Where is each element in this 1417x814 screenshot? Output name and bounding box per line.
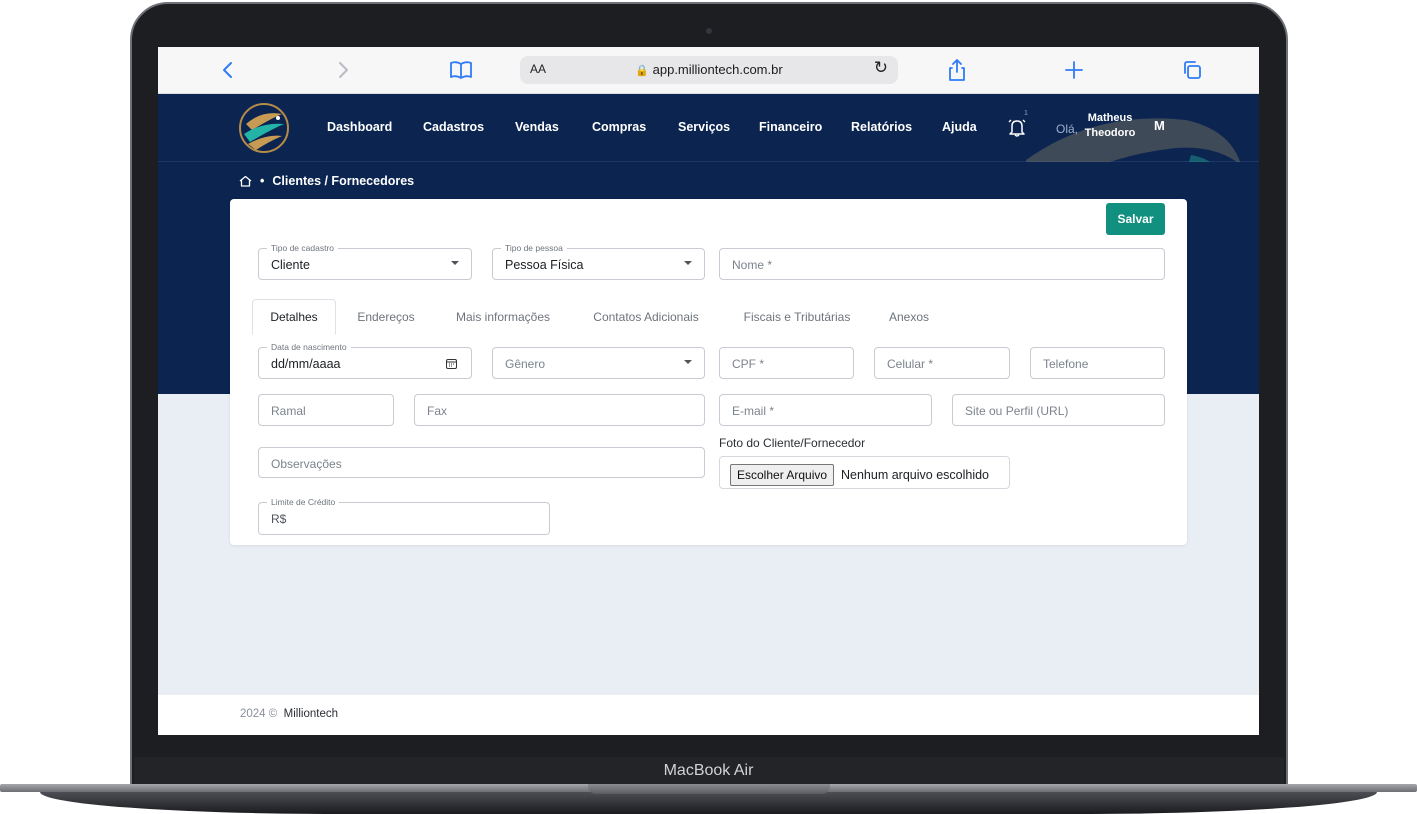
milliontech-logo[interactable] (238, 102, 290, 154)
laptop-notch (588, 784, 830, 794)
tab-fiscais-tributarias[interactable]: Fiscais e Tributárias (734, 299, 860, 335)
tab-detalhes[interactable]: Detalhes (252, 299, 336, 335)
camera-dot (706, 28, 712, 34)
cpf-field[interactable]: CPF * (719, 347, 854, 379)
save-button[interactable]: Salvar (1106, 203, 1165, 235)
lock-icon: 🔒 (635, 65, 649, 77)
email-field[interactable]: E-mail * (719, 394, 932, 426)
data-nascimento-field[interactable]: Data de nascimento dd/mm/aaaa (258, 342, 472, 379)
breadcrumb-separator: • (260, 174, 265, 188)
foto-file-input[interactable]: Escolher Arquivo Nenhum arquivo escolhid… (719, 456, 1010, 489)
tipo-cadastro-select[interactable]: Tipo de cadastro Cliente (258, 243, 472, 280)
file-status: Nenhum arquivo escolhido (841, 468, 990, 482)
site-field[interactable]: Site ou Perfil (URL) (952, 394, 1165, 426)
breadcrumb-current: Clientes / Fornecedores (272, 174, 415, 188)
nav-financeiro[interactable]: Financeiro (759, 120, 822, 134)
new-tab-icon[interactable] (1062, 58, 1086, 82)
genero-select[interactable]: Gênero (492, 347, 705, 379)
browser-toolbar: AA 🔒 app.milliontech.com.br ↻ (158, 47, 1259, 94)
foto-label: Foto do Cliente/Fornecedor (719, 436, 866, 450)
chevron-down-icon (451, 261, 459, 265)
nav-dashboard[interactable]: Dashboard (327, 120, 392, 134)
data-nascimento-legend: Data de nascimento (267, 342, 351, 352)
laptop-base (0, 784, 1417, 814)
notification-bell-icon[interactable] (1006, 116, 1028, 138)
tabs-overview-icon[interactable] (1180, 58, 1204, 82)
nav-compras[interactable]: Compras (592, 120, 646, 134)
tipo-pessoa-legend: Tipo de pessoa (501, 243, 567, 253)
site-placeholder: Site ou Perfil (URL) (965, 404, 1069, 418)
customer-form-card: Salvar Tipo de cadastro Cliente Tipo de … (230, 199, 1187, 545)
breadcrumb: • Clientes / Fornecedores (239, 174, 414, 188)
footer: 2024 © Milliontech (158, 695, 1259, 735)
tipo-pessoa-value: Pessoa Física (505, 258, 584, 272)
calendar-icon[interactable] (446, 358, 457, 369)
footer-text: 2024 © Milliontech (240, 708, 338, 720)
genero-placeholder: Gênero (505, 357, 546, 371)
telefone-placeholder: Telefone (1043, 357, 1089, 371)
user-avatar[interactable]: M (1154, 118, 1165, 133)
email-placeholder: E-mail * (732, 404, 775, 418)
reload-icon[interactable]: ↻ (874, 58, 888, 78)
footer-brand[interactable]: Milliontech (284, 708, 338, 720)
forward-icon[interactable] (333, 58, 355, 82)
choose-file-button[interactable]: Escolher Arquivo (730, 464, 835, 486)
tab-mais-informacoes[interactable]: Mais informações (446, 299, 560, 335)
back-icon[interactable] (216, 58, 238, 82)
tab-enderecos[interactable]: Endereços (346, 299, 426, 335)
tab-anexos[interactable]: Anexos (882, 299, 936, 335)
limite-credito-field[interactable]: Limite de Crédito R$ (258, 497, 550, 535)
data-nascimento-value: dd/mm/aaaa (271, 357, 341, 371)
celular-field[interactable]: Celular * (874, 347, 1010, 379)
address-bar[interactable]: AA 🔒 app.milliontech.com.br ↻ (520, 56, 898, 84)
laptop-frame: MacBook Air AA 🔒 app.milliontech.com.br … (0, 0, 1417, 814)
bookmarks-icon[interactable] (448, 58, 474, 82)
limite-credito-value: R$ (271, 512, 287, 526)
app-navbar: Dashboard Cadastros Vendas Compras Servi… (158, 94, 1259, 240)
screen: AA 🔒 app.milliontech.com.br ↻ Dashboard … (158, 47, 1259, 735)
nome-field[interactable]: Nome * (719, 248, 1165, 280)
observacoes-placeholder: Observações (271, 457, 342, 471)
form-tabs: Detalhes Endereços Mais informações Cont… (252, 299, 1165, 335)
chevron-down-icon (684, 261, 692, 265)
fax-field[interactable]: Fax (414, 394, 705, 426)
url-text: 🔒 app.milliontech.com.br (635, 62, 783, 77)
nav-vendas[interactable]: Vendas (515, 120, 559, 134)
notification-count: 1 (1024, 110, 1028, 117)
tab-contatos-adicionais[interactable]: Contatos Adicionais (582, 299, 710, 335)
cpf-placeholder: CPF * (732, 357, 765, 371)
chevron-down-icon (684, 360, 692, 364)
nav-servicos[interactable]: Serviços (678, 120, 730, 134)
observacoes-field[interactable]: Observações (258, 447, 705, 478)
share-icon[interactable] (946, 58, 968, 82)
limite-credito-legend: Limite de Crédito (267, 497, 340, 507)
nome-placeholder: Nome * (732, 258, 773, 272)
nav-ajuda[interactable]: Ajuda (942, 120, 977, 134)
ramal-placeholder: Ramal (271, 404, 306, 418)
telefone-field[interactable]: Telefone (1030, 347, 1165, 379)
celular-placeholder: Celular * (887, 357, 934, 371)
fax-placeholder: Fax (427, 404, 448, 418)
ramal-field[interactable]: Ramal (258, 394, 394, 426)
nav-cadastros[interactable]: Cadastros (423, 120, 484, 134)
nav-relatorios[interactable]: Relatórios (851, 120, 912, 134)
greeting-text: Olá, (1056, 122, 1079, 136)
tipo-pessoa-select[interactable]: Tipo de pessoa Pessoa Física (492, 243, 705, 280)
device-label: MacBook Air (663, 762, 754, 779)
tipo-cadastro-value: Cliente (271, 258, 310, 272)
home-icon[interactable] (239, 175, 252, 187)
tipo-cadastro-legend: Tipo de cadastro (267, 243, 338, 253)
user-name[interactable]: Matheus Theodoro (1078, 111, 1142, 141)
